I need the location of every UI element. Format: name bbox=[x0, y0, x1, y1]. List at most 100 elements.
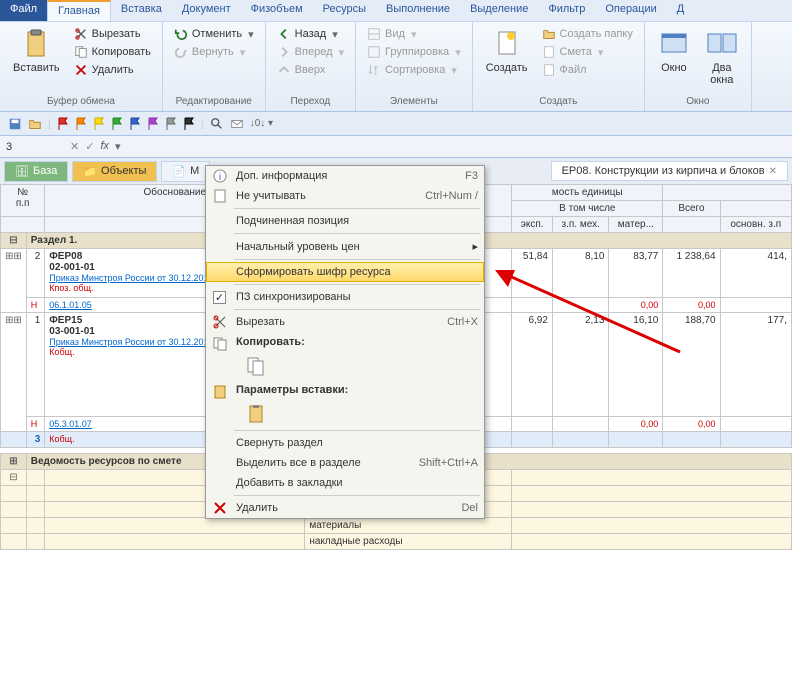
menu-select-all[interactable]: Выделить все в разделеShift+Ctrl+A bbox=[206, 453, 484, 473]
folder-icon bbox=[542, 27, 556, 41]
quick-toolbar: | | ↓0↓ ▾ bbox=[0, 112, 792, 136]
window-button[interactable]: Окно bbox=[650, 24, 698, 94]
estimate-icon bbox=[542, 45, 556, 59]
col-costunit[interactable]: мость единицы bbox=[512, 185, 663, 201]
col-main[interactable]: основн. з.п bbox=[720, 217, 791, 233]
redo-button[interactable]: Вернуть▾ bbox=[172, 44, 256, 60]
menu-cut[interactable]: ВырезатьCtrl+X bbox=[206, 312, 484, 332]
view-button[interactable]: Вид▾ bbox=[365, 26, 463, 42]
open-icon[interactable] bbox=[28, 117, 42, 131]
group-button[interactable]: Группировка▾ bbox=[365, 44, 463, 60]
folder-button[interactable]: Создать папку bbox=[540, 26, 635, 42]
menu-copy-opt[interactable] bbox=[206, 352, 484, 380]
ignore-icon bbox=[212, 188, 228, 204]
menu-paste-opt[interactable] bbox=[206, 400, 484, 428]
menu-sync[interactable]: ✓ ПЗ синхронизированы bbox=[206, 287, 484, 307]
create-button[interactable]: Создать bbox=[478, 24, 536, 94]
flag-red-icon[interactable] bbox=[57, 117, 69, 131]
expand-icon[interactable]: ⊞ bbox=[1, 454, 27, 470]
grid-icon bbox=[367, 27, 381, 41]
tab-insert[interactable]: Вставка bbox=[111, 0, 172, 21]
expand-icon[interactable]: ⊞⊞ bbox=[1, 249, 27, 313]
tab-selection[interactable]: Выделение bbox=[460, 0, 538, 21]
cell-ref[interactable]: 3 bbox=[4, 139, 64, 155]
tab-objects[interactable]: 📁Объекты bbox=[72, 161, 157, 182]
collapse-icon[interactable]: ⊟ bbox=[1, 233, 27, 249]
tab-physvol[interactable]: Физобъем bbox=[241, 0, 313, 21]
sort-button[interactable]: Сортировка▾ bbox=[365, 62, 463, 78]
undo-button[interactable]: Отменить▾ bbox=[172, 26, 256, 42]
menu-ignore[interactable]: Не учитыватьCtrl+Num / bbox=[206, 186, 484, 206]
svg-text:i: i bbox=[219, 172, 221, 183]
menu-sub[interactable]: Подчиненная позиция bbox=[206, 211, 484, 231]
forward-icon bbox=[277, 45, 291, 59]
paste-button[interactable]: Вставить bbox=[5, 24, 68, 94]
tab-m[interactable]: 📄М bbox=[161, 161, 210, 182]
cut-button[interactable]: Вырезать bbox=[72, 26, 153, 42]
tab-resources[interactable]: Ресурсы bbox=[313, 0, 376, 21]
formula-bar: 3 ✕ ✓ fx ▾ bbox=[0, 136, 792, 158]
check-icon: ✓ bbox=[213, 291, 226, 304]
tab-document[interactable]: Документ bbox=[172, 0, 241, 21]
menu-paste-header: Параметры вставки: bbox=[206, 380, 484, 400]
paste-variant-icon bbox=[246, 404, 266, 424]
search-icon[interactable] bbox=[210, 117, 224, 131]
tab-base[interactable]: 🗄База bbox=[4, 161, 68, 182]
totals-row[interactable]: материалы bbox=[1, 518, 792, 534]
check-icon[interactable]: ✓ bbox=[85, 140, 94, 153]
tab-active-doc[interactable]: ЕР08. Конструкции из кирпича и блоков✕ bbox=[551, 161, 788, 181]
copy-icon bbox=[212, 336, 228, 352]
file-button[interactable]: Файл bbox=[540, 62, 635, 78]
tab-file[interactable]: Файл bbox=[0, 0, 47, 21]
ribbon-tabs: Файл Главная Вставка Документ Физобъем Р… bbox=[0, 0, 792, 22]
expand-icon[interactable]: ⊞⊞ bbox=[1, 313, 27, 432]
nav-title: Переход bbox=[271, 94, 350, 109]
cancel-icon[interactable]: ✕ bbox=[70, 140, 79, 153]
col-total[interactable]: Всего bbox=[663, 201, 720, 217]
back-button[interactable]: Назад▾ bbox=[275, 26, 346, 42]
window-icon bbox=[658, 28, 690, 60]
flag-black-icon[interactable] bbox=[183, 117, 195, 131]
close-icon[interactable]: ✕ bbox=[769, 166, 777, 177]
flag-yellow-icon[interactable] bbox=[93, 117, 105, 131]
context-menu: i Доп. информацияF3 Не учитыватьCtrl+Num… bbox=[205, 165, 485, 519]
save-icon[interactable] bbox=[8, 117, 22, 131]
elements-title: Элементы bbox=[361, 94, 467, 109]
up-button[interactable]: Вверх bbox=[275, 62, 346, 78]
totals-row[interactable]: накладные расходы bbox=[1, 534, 792, 550]
menu-price[interactable]: Начальный уровень цен▸ bbox=[206, 236, 484, 257]
menu-bookmark[interactable]: Добавить в закладки bbox=[206, 473, 484, 493]
menu-collapse[interactable]: Свернуть раздел bbox=[206, 433, 484, 453]
copy-button[interactable]: Копировать bbox=[72, 44, 153, 60]
col-exp[interactable]: эксп. bbox=[512, 217, 553, 233]
forward-button[interactable]: Вперед▾ bbox=[275, 44, 346, 60]
tab-operations[interactable]: Операции bbox=[595, 0, 666, 21]
tab-execution[interactable]: Выполнение bbox=[376, 0, 460, 21]
col-incl[interactable]: В том числе bbox=[512, 201, 663, 217]
flag-orange-icon[interactable] bbox=[75, 117, 87, 131]
flag-green-icon[interactable] bbox=[111, 117, 123, 131]
flag-grey-icon[interactable] bbox=[165, 117, 177, 131]
mail-icon[interactable] bbox=[230, 117, 244, 131]
col-nn[interactable]: № п.п bbox=[1, 185, 45, 217]
menu-info[interactable]: i Доп. информацияF3 bbox=[206, 166, 484, 186]
db-icon: 🗄 bbox=[15, 165, 29, 178]
tab-filter[interactable]: Фильтр bbox=[538, 0, 595, 21]
delete-button[interactable]: Удалить bbox=[72, 62, 153, 78]
flag-blue-icon[interactable] bbox=[129, 117, 141, 131]
col-mech[interactable]: з.п. мех. bbox=[552, 217, 609, 233]
col-mat[interactable]: матер... bbox=[609, 217, 663, 233]
tab-d[interactable]: Д bbox=[667, 0, 694, 21]
estimate-button[interactable]: Смета▾ bbox=[540, 44, 635, 60]
create-title: Создать bbox=[478, 94, 639, 109]
menu-form-code[interactable]: Сформировать шифр ресурса bbox=[206, 262, 484, 282]
tab-main[interactable]: Главная bbox=[47, 0, 111, 21]
flag-purple-icon[interactable] bbox=[147, 117, 159, 131]
menu-delete[interactable]: УдалитьDel bbox=[206, 498, 484, 518]
toolbar-sort-btn[interactable]: ↓0↓ ▾ bbox=[250, 118, 273, 129]
fx-icon[interactable]: fx bbox=[100, 140, 109, 153]
delete-x-icon bbox=[212, 500, 228, 516]
group-icon bbox=[367, 45, 381, 59]
folder-icon: 📁 bbox=[83, 165, 97, 178]
two-windows-button[interactable]: Два окна bbox=[698, 24, 746, 94]
